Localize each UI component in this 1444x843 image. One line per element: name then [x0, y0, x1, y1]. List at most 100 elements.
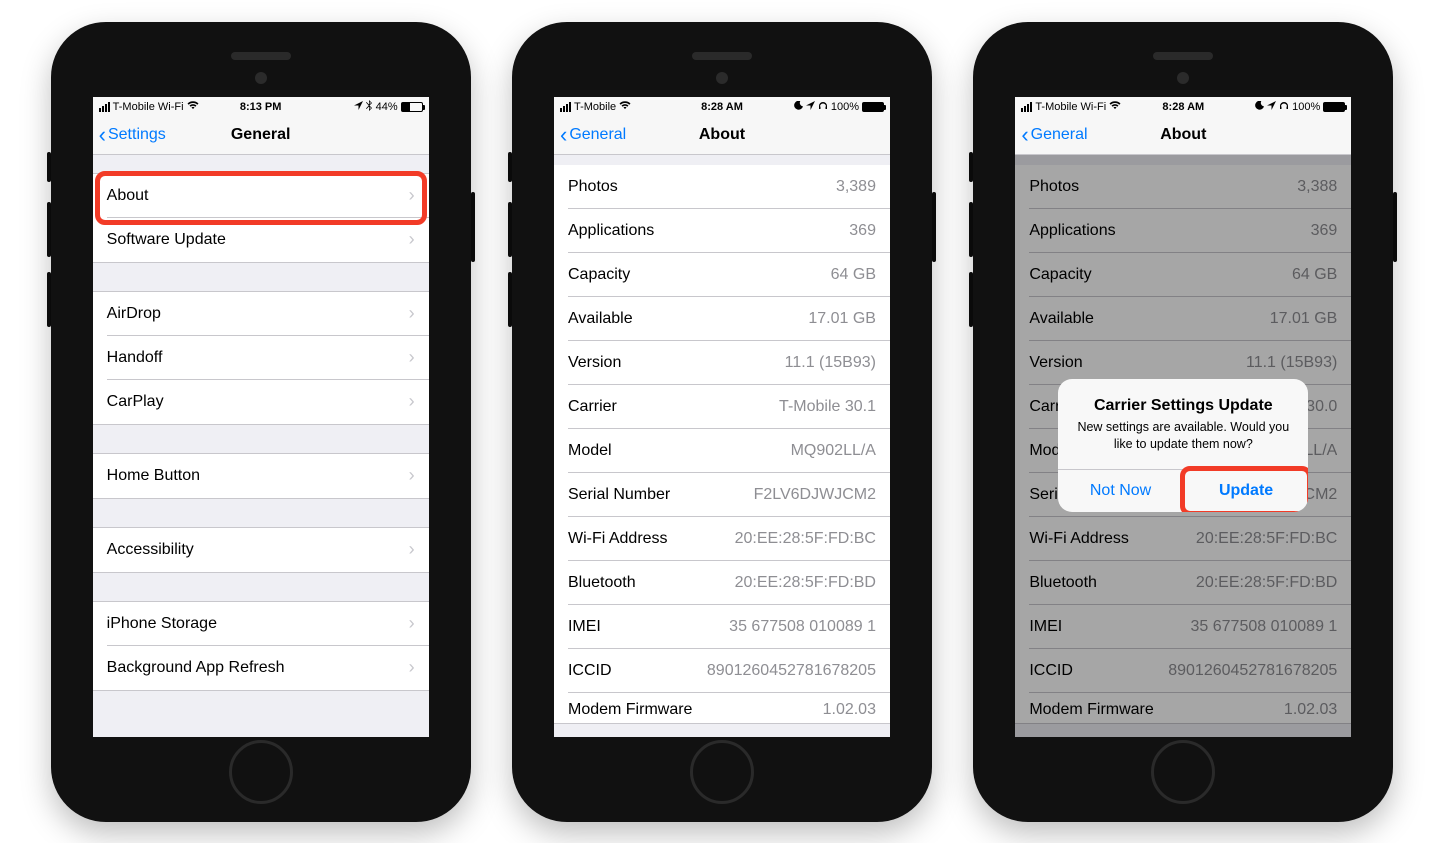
about-row-modem-firmware[interactable]: Modem Firmware1.02.03 [554, 693, 890, 723]
screen-about-alert: T-Mobile Wi-Fi 8:28 AM 100% [1015, 97, 1351, 737]
settings-row-accessibility[interactable]: Accessibility › [93, 528, 429, 572]
about-row-serial-number[interactable]: Serial NumberF2LV6DJWJCM2 [554, 473, 890, 517]
camera-dot [716, 72, 728, 84]
settings-list[interactable]: About›Software Update›AirDrop›Handoff›Ca… [93, 155, 429, 737]
settings-row-home-button[interactable]: Home Button › [93, 454, 429, 498]
row-label: Software Update [107, 231, 226, 249]
about-row-photos[interactable]: Photos3,389 [554, 165, 890, 209]
row-label: Bluetooth [568, 574, 636, 592]
row-value: 11.1 (15B93) [785, 354, 876, 372]
about-row-carrier[interactable]: Carrier T-Mobile 30.1 [554, 385, 890, 429]
row-value: T-Mobile 30.1 [779, 398, 876, 416]
volume-down [969, 272, 973, 327]
row-label: iPhone Storage [107, 615, 217, 633]
page-title: General [93, 126, 429, 144]
row-label: Handoff [107, 349, 163, 367]
row-label: IMEI [568, 618, 601, 636]
page-title: About [1015, 126, 1351, 144]
nav-bar: ‹ General About [1015, 117, 1351, 155]
row-value: 17.01 GB [808, 310, 876, 328]
settings-row-handoff[interactable]: Handoff › [93, 336, 429, 380]
chevron-right-icon: › [409, 657, 415, 678]
clock-label: 8:28 AM [1015, 101, 1351, 113]
clock-label: 8:13 PM [93, 101, 429, 113]
row-label: Applications [568, 222, 654, 240]
status-bar: T-Mobile Wi-Fi 8:28 AM 100% [1015, 97, 1351, 117]
settings-row-carplay[interactable]: CarPlay › [93, 380, 429, 424]
row-label: CarPlay [107, 393, 164, 411]
mute-switch [508, 152, 512, 182]
chevron-right-icon: › [409, 185, 415, 206]
alert-title: Carrier Settings Update [1072, 397, 1294, 415]
row-value: 35 677508 010089 1 [729, 618, 876, 636]
about-row-version[interactable]: Version 11.1 (15B93) [554, 341, 890, 385]
status-bar: T-Mobile Wi-Fi 8:13 PM 44% [93, 97, 429, 117]
about-row-model[interactable]: Model MQ902LL/A [554, 429, 890, 473]
row-label: Available [568, 310, 633, 328]
row-label: About [107, 187, 149, 205]
camera-dot [1177, 72, 1189, 84]
status-bar: T-Mobile 8:28 AM 100% [554, 97, 890, 117]
settings-row-about[interactable]: About › [93, 174, 429, 218]
clock-label: 8:28 AM [554, 101, 890, 113]
mute-switch [969, 152, 973, 182]
row-value: 20:EE:28:5F:FD:BC [735, 530, 876, 548]
alert-not-now-button[interactable]: Not Now [1058, 470, 1184, 512]
power-button [1393, 192, 1397, 262]
row-label: Serial Number [568, 486, 670, 504]
row-value: 369 [849, 222, 876, 240]
volume-up [508, 202, 512, 257]
row-label: Wi-Fi Address [568, 530, 668, 548]
row-label: AirDrop [107, 305, 161, 323]
battery-icon [862, 102, 884, 112]
battery-icon [401, 102, 423, 112]
settings-row-software-update[interactable]: Software Update › [93, 218, 429, 262]
phone-frame-3: T-Mobile Wi-Fi 8:28 AM 100% [973, 22, 1393, 822]
phone-frame-2: T-Mobile 8:28 AM 100% [512, 22, 932, 822]
about-row-wi-fi-address[interactable]: Wi-Fi Address 20:EE:28:5F:FD:BC [554, 517, 890, 561]
battery-fill [863, 103, 883, 111]
about-row-applications[interactable]: Applications 369 [554, 209, 890, 253]
row-value: MQ902LL/A [791, 442, 876, 460]
chevron-right-icon: › [409, 229, 415, 250]
row-label: Photos [568, 178, 618, 196]
settings-row-iphone-storage[interactable]: iPhone Storage › [93, 602, 429, 646]
row-label: Background App Refresh [107, 659, 285, 677]
row-label: Accessibility [107, 541, 194, 559]
power-button [471, 192, 475, 262]
about-row-bluetooth[interactable]: Bluetooth 20:EE:28:5F:FD:BD [554, 561, 890, 605]
carrier-update-alert: Carrier Settings Update New settings are… [1058, 379, 1308, 512]
chevron-right-icon: › [409, 347, 415, 368]
chevron-right-icon: › [409, 613, 415, 634]
battery-icon [1323, 102, 1345, 112]
about-row-iccid[interactable]: ICCID 8901260452781678205 [554, 649, 890, 693]
battery-fill [402, 103, 411, 111]
about-row-imei[interactable]: IMEI 35 677508 010089 1 [554, 605, 890, 649]
chevron-right-icon: › [409, 539, 415, 560]
chevron-right-icon: › [409, 391, 415, 412]
about-row-capacity[interactable]: Capacity64 GB [554, 253, 890, 297]
screen-about: T-Mobile 8:28 AM 100% [554, 97, 890, 737]
row-label: Carrier [568, 398, 617, 416]
row-label: ICCID [568, 662, 612, 680]
about-row-available[interactable]: Available 17.01 GB [554, 297, 890, 341]
nav-bar: ‹ General About [554, 117, 890, 155]
volume-up [47, 202, 51, 257]
row-value: 8901260452781678205 [707, 662, 876, 680]
settings-row-airdrop[interactable]: AirDrop› [93, 292, 429, 336]
row-label: Home Button [107, 467, 200, 485]
row-value: 1.02.03 [823, 701, 876, 719]
camera-dot [255, 72, 267, 84]
settings-row-background-app-refresh[interactable]: Background App Refresh › [93, 646, 429, 690]
row-label: Version [568, 354, 621, 372]
alert-update-button[interactable]: Update [1184, 470, 1309, 512]
volume-down [47, 272, 51, 327]
row-label: Capacity [568, 266, 630, 284]
row-value: 20:EE:28:5F:FD:BD [735, 574, 876, 592]
volume-down [508, 272, 512, 327]
nav-bar: ‹ Settings General [93, 117, 429, 155]
row-label: Model [568, 442, 612, 460]
about-list[interactable]: Photos3,389Applications369Capacity64 GBA… [554, 155, 890, 737]
chevron-right-icon: › [409, 465, 415, 486]
about-list[interactable]: Photos3,388Applications369Capacity64 GBA… [1015, 155, 1351, 737]
